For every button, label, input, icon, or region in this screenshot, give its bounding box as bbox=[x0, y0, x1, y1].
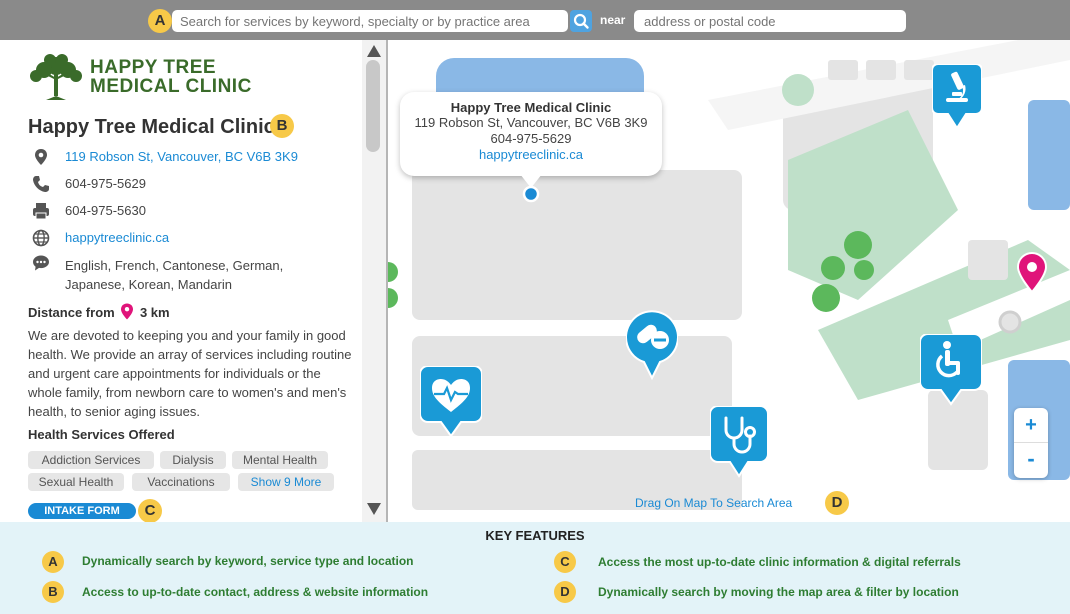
location-pin-marker-icon[interactable] bbox=[1016, 252, 1048, 294]
map-area[interactable]: Happy Tree Medical Clinic 119 Robson St,… bbox=[388, 40, 1070, 522]
feature-a-text: Dynamically search by keyword, service t… bbox=[82, 554, 414, 568]
popup-address: 119 Robson St, Vancouver, BC V6B 3K9 bbox=[414, 115, 648, 130]
clinic-name: Happy Tree Medical Clinic bbox=[28, 116, 275, 138]
popup-website-link[interactable]: happytreeclinic.ca bbox=[400, 147, 662, 163]
zoom-controls: + - bbox=[1014, 408, 1048, 478]
scrollbar-thumb[interactable] bbox=[366, 60, 380, 152]
search-icon bbox=[573, 13, 589, 29]
zoom-in-button[interactable]: + bbox=[1014, 408, 1048, 443]
keyword-search-input[interactable] bbox=[172, 10, 568, 32]
feature-b-text: Access to up-to-date contact, address & … bbox=[82, 585, 429, 599]
popup-phone: 604-975-5629 bbox=[490, 131, 572, 146]
location-pin-icon bbox=[35, 149, 47, 165]
distance-label: Distance from bbox=[28, 305, 115, 320]
feature-d-text: Dynamically search by moving the map are… bbox=[598, 585, 959, 599]
microscope-marker-icon[interactable] bbox=[932, 64, 982, 130]
badge-c: C bbox=[138, 499, 162, 523]
clinic-logo-text: HAPPY TREE MEDICAL CLINIC bbox=[90, 57, 252, 97]
scroll-up-arrow-icon[interactable] bbox=[366, 44, 382, 58]
near-label: near bbox=[600, 13, 626, 27]
popup-pointer-icon bbox=[520, 174, 542, 203]
stethoscope-marker-icon[interactable] bbox=[710, 406, 768, 478]
globe-icon bbox=[32, 229, 50, 247]
clinic-description: We are devoted to keeping you and your f… bbox=[28, 328, 352, 419]
feature-c-text: Access the most up-to-date clinic inform… bbox=[598, 555, 961, 569]
service-tag[interactable]: Mental Health bbox=[232, 451, 328, 469]
zoom-out-button[interactable]: - bbox=[1014, 443, 1048, 477]
services-title: Health Services Offered bbox=[28, 427, 175, 442]
badge-a: A bbox=[148, 9, 172, 33]
phone-number: 604-975-5629 bbox=[65, 176, 146, 191]
languages-text: English, French, Cantonese, German, Japa… bbox=[65, 258, 284, 292]
address-link[interactable]: 119 Robson St, Vancouver, BC V6B 3K9 bbox=[65, 149, 298, 164]
feature-badge-a: A bbox=[42, 551, 64, 573]
search-button[interactable] bbox=[570, 10, 592, 32]
map-pin-icon bbox=[121, 303, 134, 320]
show-more-services-button[interactable]: Show 9 More bbox=[238, 473, 334, 491]
badge-d: D bbox=[825, 491, 849, 515]
scroll-down-arrow-icon[interactable] bbox=[366, 502, 382, 516]
popup-title: Happy Tree Medical Clinic bbox=[450, 100, 612, 115]
service-tag[interactable]: Dialysis bbox=[160, 451, 226, 469]
clinic-map-popup[interactable]: Happy Tree Medical Clinic 119 Robson St,… bbox=[400, 92, 662, 176]
feature-badge-b: B bbox=[42, 581, 64, 603]
website-link[interactable]: happytreeclinic.ca bbox=[65, 230, 169, 245]
service-tag[interactable]: Vaccinations bbox=[132, 473, 230, 491]
phone-icon bbox=[33, 176, 49, 192]
heart-pulse-marker-icon[interactable] bbox=[420, 366, 482, 438]
pills-marker-icon[interactable] bbox=[626, 310, 678, 380]
wheelchair-marker-icon[interactable] bbox=[920, 334, 982, 406]
service-tag[interactable]: Addiction Services bbox=[28, 451, 154, 469]
fax-icon bbox=[33, 203, 49, 220]
tree-logo-icon bbox=[30, 54, 82, 100]
speech-bubble-icon bbox=[33, 255, 49, 271]
drag-map-hint: Drag On Map To Search Area bbox=[635, 496, 793, 510]
feature-badge-d: D bbox=[554, 581, 576, 603]
key-features-title: KEY FEATURES bbox=[485, 528, 585, 543]
fax-number: 604-975-5630 bbox=[65, 203, 146, 218]
service-tag[interactable]: Sexual Health bbox=[28, 473, 124, 491]
distance-value: 3 km bbox=[139, 305, 170, 320]
search-bar: A near bbox=[0, 0, 1070, 40]
distance-row: Distance from 3 km bbox=[28, 303, 170, 320]
intake-form-button[interactable]: INTAKE FORM bbox=[28, 503, 136, 519]
badge-b: B bbox=[270, 114, 294, 138]
location-input[interactable] bbox=[634, 10, 906, 32]
feature-badge-c: C bbox=[554, 551, 576, 573]
